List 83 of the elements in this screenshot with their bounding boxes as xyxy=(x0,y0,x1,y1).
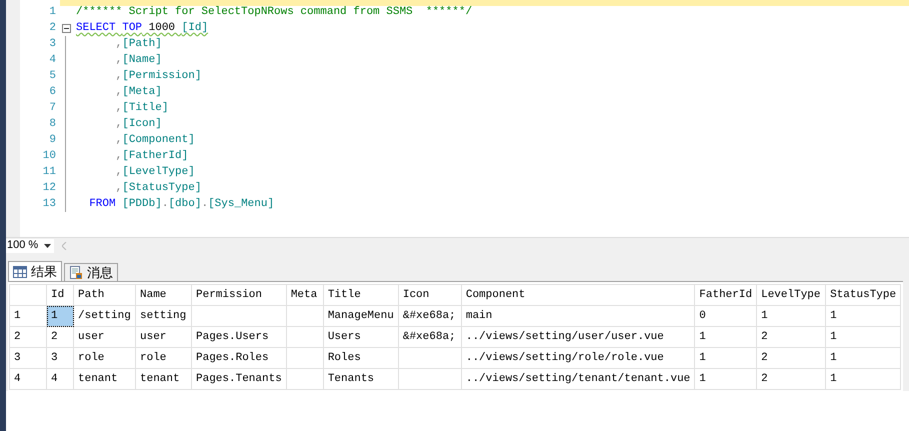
column-header[interactable]: Component xyxy=(461,284,695,306)
table-cell: Pages.Roles xyxy=(192,348,286,369)
column-header[interactable]: Permission xyxy=(192,284,286,306)
line-number: 12 xyxy=(42,180,56,196)
table-cell: ManageMenu xyxy=(323,306,398,327)
code-line: ,[StatusType] xyxy=(114,180,202,196)
table-cell: tenant xyxy=(74,368,136,390)
line-number: 13 xyxy=(42,196,56,212)
table-cell: Pages.Tenants xyxy=(192,368,286,390)
table-cell: role xyxy=(74,348,136,369)
results-tab[interactable]: 结果 xyxy=(8,261,62,282)
code-line: /****** Script for SelectTopNRows command from SSMS ******/ xyxy=(76,4,472,20)
line-number: 8 xyxy=(48,116,56,132)
line-number: 11 xyxy=(42,164,56,180)
table-cell: 2 xyxy=(756,326,826,348)
table-cell: ../views/setting/role/role.vue xyxy=(461,348,695,369)
table-cell: 1 xyxy=(694,348,757,369)
column-header[interactable]: FatherId xyxy=(694,284,757,306)
table-cell: ../views/setting/user/user.vue xyxy=(461,326,695,348)
table-cell: 1 xyxy=(694,368,757,390)
table-cell: 1 xyxy=(694,326,757,348)
table-cell: Tenants xyxy=(323,368,398,390)
column-header[interactable]: Title xyxy=(323,284,398,306)
table-cell: 2 xyxy=(46,326,74,348)
table-cell: 2 xyxy=(756,368,826,390)
code-line: ,[Component] xyxy=(114,132,195,148)
code-line: ,[LevelType] xyxy=(114,164,195,180)
code-line: ,[Permission] xyxy=(114,68,202,84)
table-cell: 1 xyxy=(826,306,901,327)
line-number: 1 xyxy=(48,4,56,20)
table-cell: tenant xyxy=(136,368,192,390)
line-number: 10 xyxy=(42,148,56,164)
table-cell: setting xyxy=(136,306,192,327)
column-header[interactable]: Meta xyxy=(286,284,324,306)
line-number: 4 xyxy=(48,52,56,68)
table-cell: role xyxy=(136,348,192,369)
column-header[interactable]: Path xyxy=(74,284,136,306)
column-header[interactable]: LevelType xyxy=(756,284,826,306)
table-cell: 2 xyxy=(756,348,826,369)
table-cell: &#xe68a; xyxy=(398,306,462,327)
table-cell: 1 xyxy=(826,326,901,348)
zoom-dropdown[interactable]: 100 % xyxy=(6,238,54,253)
line-number: 9 xyxy=(48,132,56,148)
column-header[interactable]: Name xyxy=(136,284,192,306)
table-cell: /setting xyxy=(74,306,136,327)
column-header[interactable]: Icon xyxy=(398,284,462,306)
code-line: ,[Path] xyxy=(114,36,162,52)
line-number: 5 xyxy=(48,68,56,84)
table-cell: 0 xyxy=(694,306,757,327)
results-tab[interactable]: 消息 xyxy=(64,263,118,282)
table-cell: Users xyxy=(323,326,398,348)
table-cell: main xyxy=(461,306,695,327)
line-number: 2 xyxy=(48,20,56,36)
code-line: ,[FatherId] xyxy=(114,148,188,164)
table-cell: 1 xyxy=(46,306,74,327)
table-cell: Roles xyxy=(323,348,398,369)
code-line: FROM [PDDb].[dbo].[Sys_Menu] xyxy=(88,196,274,212)
table-cell: &#xe68a; xyxy=(398,326,462,348)
table-cell: 1 xyxy=(826,348,901,369)
collapse-icon[interactable] xyxy=(62,24,70,32)
table-cell: 3 xyxy=(46,348,74,369)
code-line: ,[Meta] xyxy=(114,84,162,100)
code-line: ,[Name] xyxy=(114,52,162,68)
table-cell: user xyxy=(74,326,136,348)
line-number: 3 xyxy=(48,36,56,52)
table-cell: ../views/setting/tenant/tenant.vue xyxy=(461,368,695,390)
line-number: 6 xyxy=(48,84,56,100)
table-cell: Pages.Users xyxy=(192,326,286,348)
line-number: 7 xyxy=(48,100,56,116)
dropdown-arrow-icon xyxy=(44,244,52,248)
row-number: 4 xyxy=(10,368,46,390)
table-cell: user xyxy=(136,326,192,348)
code-line: ,[Icon] xyxy=(114,116,162,132)
document-icon xyxy=(69,266,83,280)
row-number: 2 xyxy=(10,326,46,348)
table-icon xyxy=(13,266,27,278)
column-header[interactable]: StatusType xyxy=(826,284,901,306)
row-number: 3 xyxy=(10,348,46,369)
code-line: ,[Title] xyxy=(114,100,168,116)
code-line: SELECT TOP 1000 [Id] xyxy=(76,20,208,36)
table-cell: 1 xyxy=(756,306,826,327)
table-cell: 4 xyxy=(46,368,74,390)
table-cell: 1 xyxy=(826,368,901,390)
